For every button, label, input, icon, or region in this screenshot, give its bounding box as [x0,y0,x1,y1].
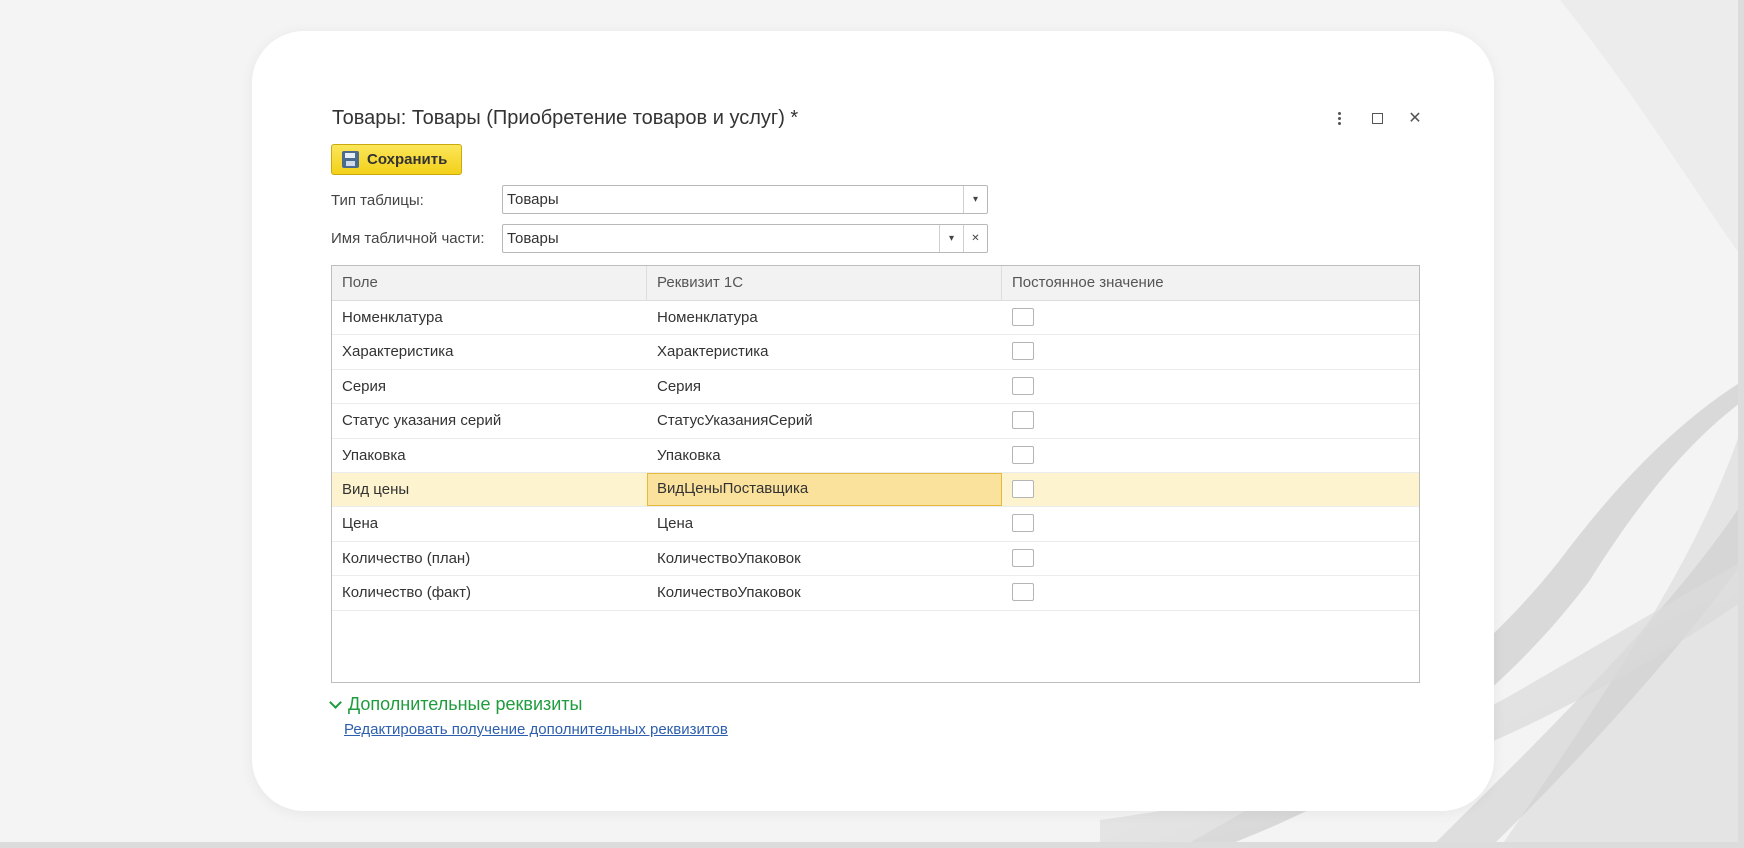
cell-attribute[interactable]: Цена [647,507,1002,540]
cell-constant [1002,335,1419,368]
cell-attribute[interactable]: Характеристика [647,335,1002,368]
cell-field[interactable]: Упаковка [332,439,647,472]
cell-constant [1002,507,1419,540]
chevron-down-icon[interactable]: ▾ [963,186,987,213]
save-button-label: Сохранить [367,151,448,168]
chevron-down-icon [329,695,342,709]
cell-attribute[interactable]: КоличествоУпаковок [647,542,1002,575]
save-button[interactable]: Сохранить [331,144,463,175]
table-part-label: Имя табличной части: [331,230,485,247]
table-row[interactable]: Цена Цена [332,507,1419,542]
constant-checkbox[interactable] [1012,342,1034,361]
cell-attribute[interactable]: Упаковка [647,439,1002,472]
clear-icon[interactable]: ✕ [963,225,987,252]
mapping-table: Поле Реквизит 1С Постоянное значение Ном… [331,265,1420,683]
expander-label: Дополнительные реквизиты [348,694,583,714]
table-part-field[interactable]: Товары ▾ ✕ [502,224,988,253]
constant-checkbox[interactable] [1012,514,1034,533]
additional-attributes-expander[interactable]: Дополнительные реквизиты [329,694,583,715]
constant-checkbox[interactable] [1012,308,1034,326]
cell-constant [1002,404,1419,437]
cell-constant [1002,301,1419,334]
cell-constant [1002,473,1419,506]
cell-constant [1002,576,1419,609]
constant-checkbox[interactable] [1012,548,1034,567]
cell-attribute[interactable]: КоличествоУпаковок [647,576,1002,609]
table-row[interactable]: Номенклатура Номенклатура [332,301,1419,336]
constant-checkbox[interactable] [1012,411,1034,430]
column-header-constant[interactable]: Постоянное значение [1002,266,1419,300]
cell-field[interactable]: Номенклатура [332,301,647,334]
constant-checkbox[interactable] [1012,376,1034,395]
window-controls: ✕ [1330,109,1424,127]
edit-additional-attributes-link[interactable]: Редактировать получение дополнительных р… [344,721,728,738]
constant-checkbox[interactable] [1012,583,1034,602]
cell-constant [1002,439,1419,472]
table-row[interactable]: Серия Серия [332,370,1419,405]
chevron-down-icon[interactable]: ▾ [939,225,963,252]
dialog-window: Товары: Товары (Приобретение товаров и у… [252,31,1494,811]
cell-attribute[interactable]: Серия [647,370,1002,403]
cell-attribute[interactable]: ВидЦеныПоставщика [647,472,1002,507]
table-row[interactable]: Статус указания серий СтатусУказанияСерий [332,404,1419,439]
table-row[interactable]: Вид цены ВидЦеныПоставщика [332,472,1419,508]
cell-attribute[interactable]: СтатусУказанияСерий [647,404,1002,437]
table-row[interactable]: Количество (план) КоличествоУпаковок [332,542,1419,577]
table-row[interactable]: Количество (факт) КоличествоУпаковок [332,576,1419,611]
column-header-attribute[interactable]: Реквизит 1С [647,266,1002,300]
more-icon[interactable] [1330,109,1348,127]
window-title: Товары: Товары (Приобретение товаров и у… [332,107,799,129]
cell-constant [1002,370,1419,403]
table-type-label: Тип таблицы: [331,192,424,209]
close-icon[interactable]: ✕ [1406,109,1424,127]
constant-checkbox[interactable] [1012,445,1034,464]
table-type-value: Товары [507,191,559,208]
constant-checkbox[interactable] [1012,479,1034,498]
maximize-icon[interactable] [1368,109,1386,127]
table-row[interactable]: Упаковка Упаковка [332,439,1419,473]
table-type-field[interactable]: Товары ▾ [502,185,988,214]
cell-field[interactable]: Характеристика [332,335,647,368]
cell-attribute[interactable]: Номенклатура [647,301,1002,334]
cell-field[interactable]: Статус указания серий [332,404,647,437]
cell-constant [1002,542,1419,575]
cell-field[interactable]: Серия [332,370,647,403]
cell-field[interactable]: Вид цены [332,473,647,506]
cell-field[interactable]: Количество (факт) [332,576,647,609]
table-header: Поле Реквизит 1С Постоянное значение [332,266,1419,301]
table-row[interactable]: Характеристика Характеристика [332,335,1419,370]
cell-field[interactable]: Количество (план) [332,542,647,575]
floppy-disk-icon [342,151,359,168]
column-header-field[interactable]: Поле [332,266,647,300]
table-part-value: Товары [507,230,559,247]
cell-field[interactable]: Цена [332,507,647,540]
